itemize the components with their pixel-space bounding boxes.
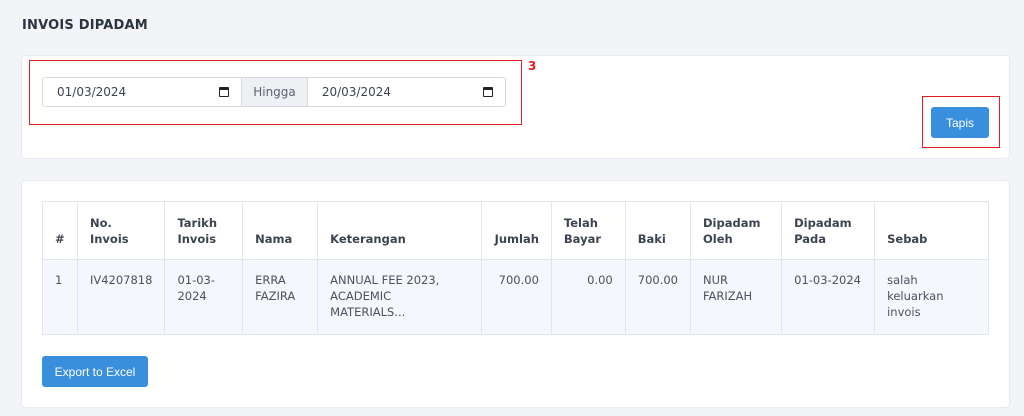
annotation-box-filter-button: [922, 96, 1000, 148]
annotation-box-date-range: [29, 60, 522, 125]
col-deleted-by: Dipadam Oleh: [689, 201, 783, 260]
cell-deleted-by: NUR FARIZAH: [689, 259, 783, 335]
cell-reason: salah keluarkan invois: [874, 259, 989, 335]
table-row: 1 IV4207818 01-03-2024 ERRA FAZIRA ANNUA…: [42, 259, 989, 335]
annotation-number: 3: [528, 59, 537, 73]
col-description: Keterangan: [317, 201, 482, 260]
deleted-invoices-table: # No. Invois Tarikh Invois Nama Keterang…: [42, 201, 989, 335]
export-excel-button[interactable]: Export to Excel: [42, 356, 148, 387]
cell-invoice-date: 01-03-2024: [164, 259, 244, 335]
col-reason: Sebab: [874, 201, 989, 260]
cell-name: ERRA FAZIRA: [242, 259, 319, 335]
cell-balance: 700.00: [624, 259, 692, 335]
col-name: Nama: [242, 201, 319, 260]
col-invoice-date: Tarikh Invois: [164, 201, 244, 260]
col-balance: Baki: [624, 201, 692, 260]
cell-deleted-on: 01-03-2024: [781, 259, 876, 335]
page-title: INVOIS DIPADAM: [22, 18, 148, 33]
col-invoice-no: No. Invois: [76, 201, 166, 260]
cell-index: 1: [42, 259, 78, 335]
col-index: #: [42, 201, 78, 260]
col-amount: Jumlah: [480, 201, 552, 260]
table-header-row: # No. Invois Tarikh Invois Nama Keterang…: [42, 201, 989, 260]
cell-invoice-no: IV4207818: [76, 259, 166, 335]
col-deleted-on: Dipadam Pada: [781, 201, 876, 260]
cell-description: ANNUAL FEE 2023, ACADEMIC MATERIALS...: [317, 259, 482, 335]
cell-amount: 700.00: [480, 259, 552, 335]
cell-paid: 0.00: [550, 259, 626, 335]
col-paid: Telah Bayar: [550, 201, 626, 260]
